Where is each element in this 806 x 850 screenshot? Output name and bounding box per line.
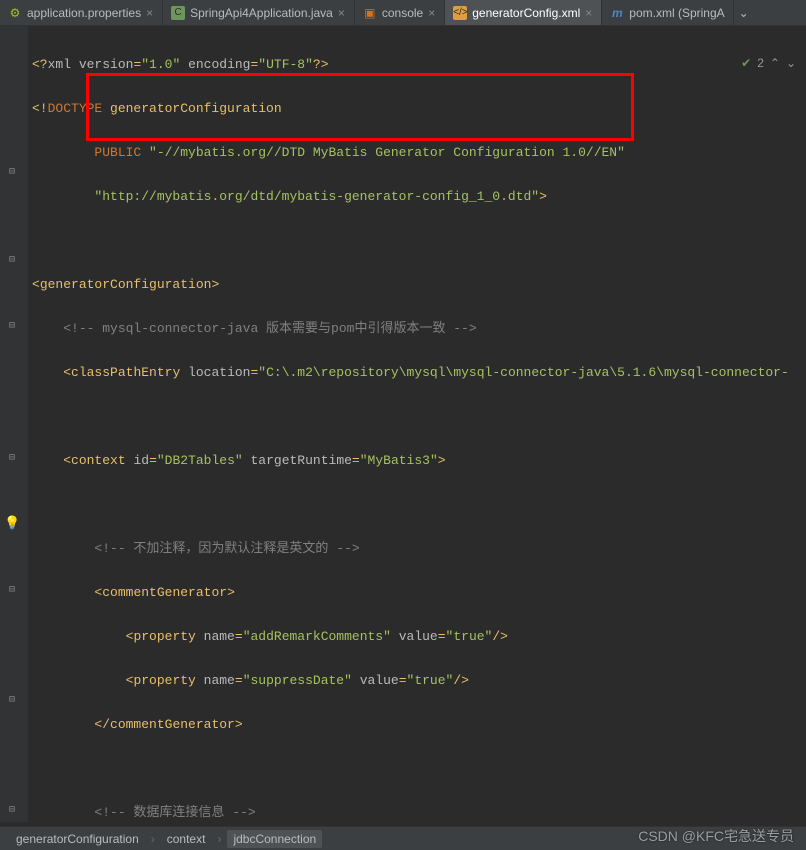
fold-icon[interactable]: ⊟ [6, 167, 18, 179]
fold-icon[interactable]: ⊟ [6, 255, 18, 267]
console-icon: ▣ [363, 6, 377, 20]
crumb-root[interactable]: generatorConfiguration [10, 830, 145, 848]
maven-icon: m [610, 6, 624, 20]
close-icon[interactable]: × [338, 6, 346, 20]
code-editor[interactable]: ✔ 2 ⌃ ⌄ ⊟ ⊟ ⊟ ⊟ 💡 ⊟ ⊟ ⊟ <?xml version="1… [0, 26, 806, 822]
crumb-context[interactable]: context [161, 830, 212, 848]
chevron-right-icon: › [151, 832, 155, 846]
gutter: ⊟ ⊟ ⊟ ⊟ 💡 ⊟ ⊟ ⊟ [0, 26, 28, 822]
tabs-more[interactable]: ⌄ [734, 0, 754, 25]
code-area[interactable]: <?xml version="1.0" encoding="UTF-8"?> <… [28, 26, 789, 822]
chevron-down-icon: ⌄ [739, 6, 749, 20]
properties-icon: ⚙ [8, 6, 22, 20]
tab-console[interactable]: ▣console× [355, 0, 445, 25]
tab-generator-config-xml[interactable]: </>generatorConfig.xml× [445, 0, 602, 25]
close-icon[interactable]: × [428, 6, 436, 20]
fold-icon[interactable]: ⊟ [6, 321, 18, 333]
tab-application-properties[interactable]: ⚙application.properties× [0, 0, 163, 25]
fold-icon[interactable]: ⊟ [6, 695, 18, 707]
fold-icon[interactable]: ⊟ [6, 585, 18, 597]
tab-spring-api4-application[interactable]: CSpringApi4Application.java× [163, 0, 355, 25]
breadcrumb: generatorConfiguration › context › jdbcC… [0, 826, 806, 850]
xml-icon: </> [453, 6, 467, 20]
close-icon[interactable]: × [585, 6, 593, 20]
intention-bulb-icon[interactable]: 💡 [4, 518, 16, 530]
crumb-current[interactable]: jdbcConnection [227, 830, 322, 848]
fold-icon[interactable]: ⊟ [6, 453, 18, 465]
chevron-right-icon: › [217, 832, 221, 846]
close-icon[interactable]: × [146, 6, 154, 20]
fold-icon[interactable]: ⊟ [6, 805, 18, 817]
editor-tabs: ⚙application.properties× CSpringApi4Appl… [0, 0, 806, 26]
java-icon: C [171, 6, 185, 20]
tab-pom-xml[interactable]: mpom.xml (SpringA [602, 0, 733, 25]
